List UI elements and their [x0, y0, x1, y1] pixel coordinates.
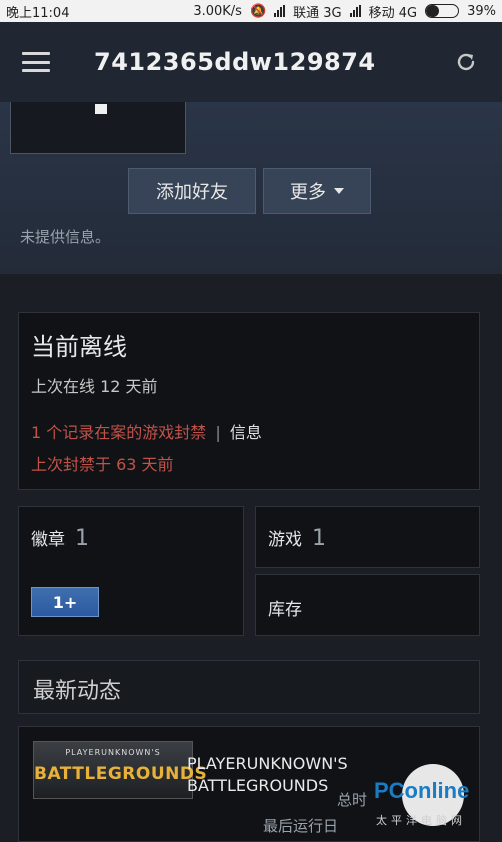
last-ban-text: 上次封禁于 63 天前 — [31, 455, 174, 474]
status-bar: 晚上11:04 3.00K/s 🔕 联通 3G 移动 4G 39% — [0, 0, 502, 22]
games-tile[interactable]: 游戏 1 — [255, 506, 480, 568]
info-link[interactable]: 信息 — [230, 423, 262, 442]
last-run-date: 最后运行日 — [263, 817, 339, 835]
badges-label: 徽章 — [31, 530, 65, 550]
signal-icon — [274, 5, 286, 17]
inventory-tile[interactable]: 库存 — [255, 574, 480, 636]
mute-icon: 🔕 — [249, 3, 267, 19]
recent-activity-title: 最新动态 — [33, 679, 122, 704]
badges-tile[interactable]: 徽章 1 1+ — [18, 506, 244, 636]
ban-record-link[interactable]: 1 个记录在案的游戏封禁 — [31, 423, 206, 442]
status-title: 当前离线 — [31, 333, 127, 361]
page-title: 7412365ddw129874 — [94, 48, 376, 76]
net-speed: 3.00K/s — [193, 3, 242, 19]
add-friend-button[interactable]: 添加好友 — [128, 168, 256, 214]
refresh-icon[interactable] — [454, 50, 478, 74]
more-button[interactable]: 更多 — [263, 168, 371, 214]
status-time: 晚上11:04 — [6, 5, 70, 21]
ban-record-line: 1 个记录在案的游戏封禁 | 信息 — [31, 419, 262, 443]
game-cover-image[interactable]: PLAYERUNKNOWN'S BATTLEGROUNDS — [33, 741, 207, 799]
inventory-label: 库存 — [268, 600, 302, 620]
recent-activity-header: 最新动态 — [18, 660, 480, 714]
carrier-1: 联通 3G — [293, 5, 342, 21]
total-playtime: 总时 — [337, 791, 368, 809]
app-header: 7412365ddw129874 — [0, 22, 502, 102]
online-status-panel: 当前离线 上次在线 12 天前 1 个记录在案的游戏封禁 | 信息 上次封禁于 … — [18, 312, 480, 490]
signal-icon-2 — [349, 5, 361, 17]
chevron-down-icon — [334, 188, 344, 194]
status-right: 3.00K/s 🔕 联通 3G 移动 4G 39% — [193, 2, 496, 21]
carrier-2: 移动 4G — [368, 5, 418, 21]
games-count: 1 — [312, 526, 326, 551]
battery-percent: 39% — [467, 3, 496, 19]
games-label: 游戏 — [268, 530, 302, 550]
no-info-text: 未提供信息。 — [20, 228, 111, 246]
last-online-text: 上次在线 12 天前 — [31, 377, 158, 396]
avatar — [10, 102, 186, 154]
badge-icon[interactable]: 1+ — [31, 587, 99, 617]
profile-section: 添加好友 更多 未提供信息。 — [0, 102, 502, 274]
hamburger-icon[interactable] — [22, 52, 50, 72]
watermark-logo: PConline 太平洋电脑网 — [372, 762, 502, 842]
separator: | — [215, 423, 221, 442]
badges-count: 1 — [75, 526, 89, 551]
battery-icon — [425, 4, 460, 18]
